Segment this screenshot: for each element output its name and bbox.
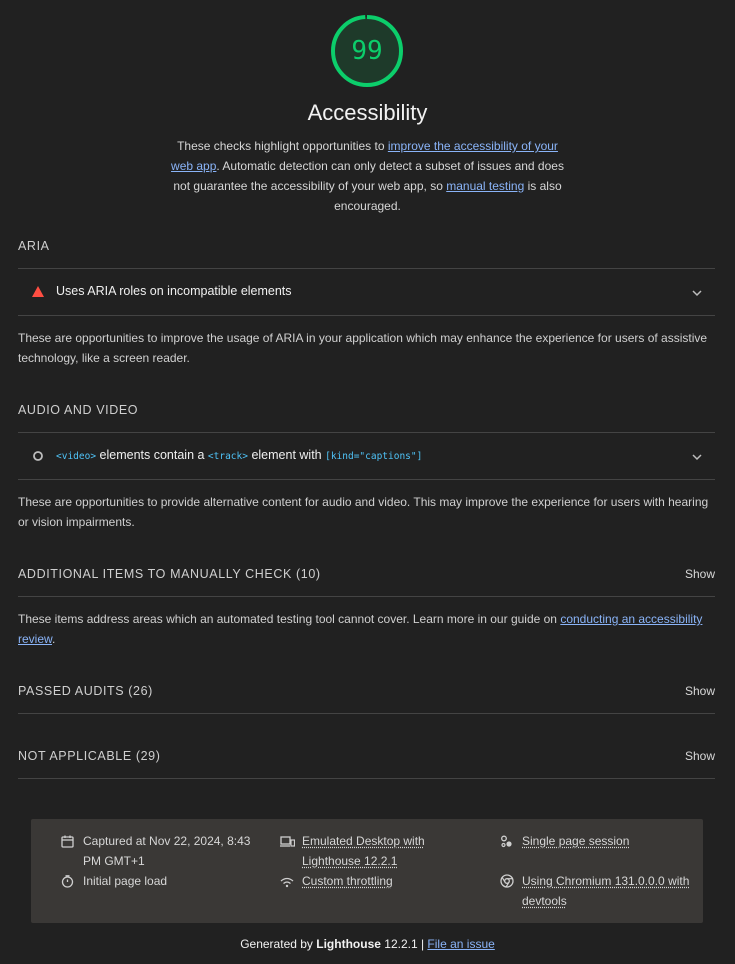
- divider: [18, 315, 715, 316]
- chromium-link[interactable]: Using Chromium 131.0.0.0 with devtools: [522, 871, 698, 911]
- audit-text: elements contain a: [96, 448, 208, 462]
- score-value: 99: [351, 36, 383, 66]
- desc-text: These checks highlight opportunities to: [177, 139, 388, 153]
- tool-name: Lighthouse: [316, 937, 381, 951]
- throttling-link[interactable]: Custom throttling: [302, 871, 393, 891]
- devices-icon: [280, 834, 296, 854]
- code-kind: [kind="captions"]: [325, 451, 423, 462]
- session-link[interactable]: Single page session: [522, 831, 629, 851]
- divider: [18, 479, 715, 480]
- manual-testing-link[interactable]: manual testing: [446, 179, 524, 193]
- show-not-applicable-button[interactable]: Show: [685, 749, 715, 763]
- category-title: Accessibility: [307, 100, 428, 125]
- group-title-not-applicable: NOT APPLICABLE (29): [18, 749, 161, 763]
- group-title-manual: ADDITIONAL ITEMS TO MANUALLY CHECK (10): [18, 567, 321, 581]
- version-text: 12.2.1 |: [380, 937, 428, 951]
- show-passed-button[interactable]: Show: [685, 684, 715, 698]
- lighthouse-report: 99 Accessibility These checks highlight …: [0, 0, 735, 964]
- file-issue-link[interactable]: File an issue: [427, 937, 494, 951]
- group-title-audio-video: AUDIO AND VIDEO: [18, 403, 139, 417]
- initial-load-text: Initial page load: [83, 874, 168, 888]
- desc-text: These items address areas which an autom…: [18, 612, 561, 626]
- desc-text: .: [52, 632, 56, 646]
- session-icon: [500, 834, 513, 854]
- timer-icon: [61, 874, 74, 894]
- aria-group-description: These are opportunities to improve the u…: [18, 331, 708, 365]
- group-title-passed: PASSED AUDITS (26): [18, 684, 153, 698]
- audio-video-description: These are opportunities to provide alter…: [18, 495, 709, 529]
- audit-label: Uses ARIA roles on incompatible elements: [56, 284, 292, 298]
- audit-label: <video> elements contain a <track> eleme…: [56, 448, 422, 462]
- divider: [18, 778, 715, 779]
- chevron-down-icon[interactable]: [691, 450, 703, 464]
- generated-by-footer: Generated by Lighthouse 12.2.1 | File an…: [0, 937, 735, 951]
- audit-text: element with: [247, 448, 326, 462]
- divider: [18, 596, 715, 597]
- chrome-icon: [500, 874, 514, 894]
- code-video: <video>: [56, 451, 97, 462]
- generated-text: Generated by: [240, 937, 317, 951]
- code-track: <track>: [207, 451, 248, 462]
- runtime-settings: Captured at Nov 22, 2024, 8:43 PM GMT+1 …: [31, 819, 703, 923]
- divider: [18, 713, 715, 714]
- captured-text: Captured at Nov 22, 2024, 8:43 PM GMT+1: [83, 834, 251, 868]
- fail-triangle-icon: [32, 286, 44, 300]
- manual-circle-icon: [32, 450, 44, 465]
- show-manual-button[interactable]: Show: [685, 567, 715, 581]
- score-gauge: 99: [330, 14, 404, 88]
- chevron-down-icon[interactable]: [691, 286, 703, 300]
- emulated-link[interactable]: Emulated Desktop with Lighthouse 12.2.1: [302, 831, 432, 871]
- wifi-icon: [280, 874, 294, 894]
- calendar-icon: [61, 834, 74, 854]
- category-description: These checks highlight opportunities to …: [165, 136, 570, 216]
- audit-aria-allowed-role[interactable]: Uses ARIA roles on incompatible elements: [18, 269, 715, 315]
- manual-description: These items address areas which an autom…: [18, 609, 715, 649]
- group-title-aria: ARIA: [18, 239, 50, 253]
- audit-video-caption[interactable]: <video> elements contain a <track> eleme…: [18, 433, 715, 479]
